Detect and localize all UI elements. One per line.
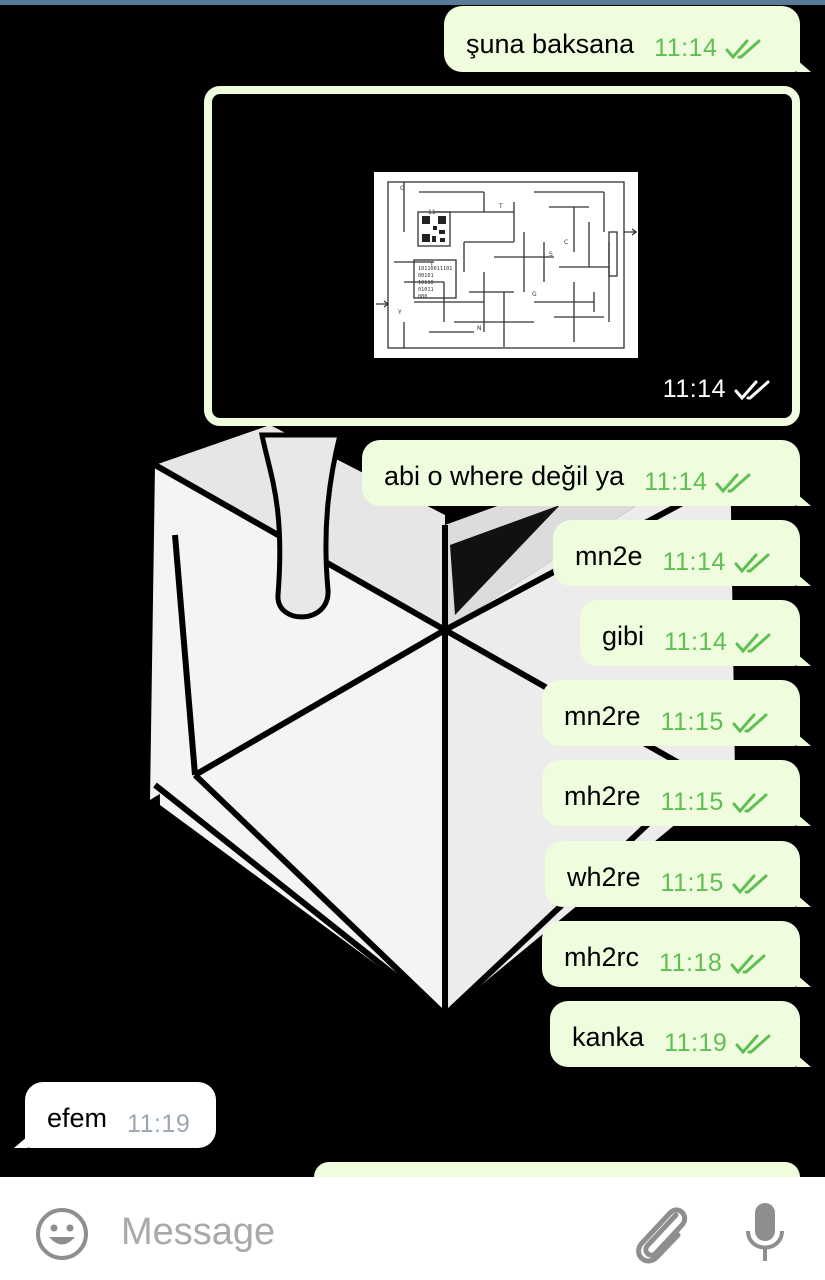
message-time: 11:15 [660, 869, 724, 897]
paperclip-icon[interactable] [630, 1201, 692, 1267]
message-input[interactable] [121, 1211, 601, 1254]
message-text: gibi [602, 621, 645, 651]
message-time: 11:14 [654, 34, 718, 62]
message-meta: 11:15 [661, 760, 770, 817]
outgoing-message[interactable]: kanka 11:19 [550, 1001, 811, 1067]
double-check-icon [732, 713, 768, 733]
outgoing-message[interactable]: şuna baksana 11:14 [444, 6, 811, 72]
message-text: mh2rc [564, 942, 640, 972]
message-time: 11:14 [662, 548, 726, 576]
outgoing-message[interactable]: wh2re 11:15 [545, 841, 811, 907]
message-time: 11:15 [660, 708, 724, 736]
message-meta: 11:14 [663, 520, 772, 577]
maze-binary-line: 10110 [418, 280, 434, 286]
message-meta: 11:14 [663, 375, 772, 404]
message-text: kanka [572, 1022, 645, 1052]
message-text: mn2re [564, 701, 641, 731]
outgoing-message[interactable]: mh2re 11:15 [542, 760, 811, 826]
maze-label: T [429, 261, 434, 268]
message-time: 11:19 [127, 1110, 191, 1138]
maze-drawing: 10110011101 00101 10110 01011 000 O T S … [376, 181, 638, 349]
message-text: wh2re [567, 862, 641, 892]
double-check-icon [730, 954, 766, 974]
message-text: mn2e [575, 541, 643, 571]
message-meta: 11:15 [661, 680, 770, 737]
message-meta: 11:19 [664, 1001, 773, 1058]
double-check-icon [734, 380, 770, 400]
image-message[interactable]: 10110011101 00101 10110 01011 000 O T S … [204, 86, 800, 426]
outgoing-message[interactable]: mn2e 11:14 [553, 520, 811, 586]
double-check-icon [735, 1034, 771, 1054]
message-text: şuna baksana [466, 29, 635, 59]
message-meta: 11:14 [664, 600, 773, 657]
maze-label: G [532, 291, 537, 298]
maze-label: 11 [428, 209, 436, 216]
maze-label: O [400, 185, 405, 192]
maze-image[interactable]: 10110011101 00101 10110 01011 000 O T S … [374, 172, 638, 358]
message-meta: 11:14 [644, 440, 753, 497]
double-check-icon [734, 553, 770, 573]
maze-binary-line: 00101 [418, 273, 434, 279]
message-text: mh2re [564, 781, 641, 811]
double-check-icon [725, 39, 761, 59]
maze-binary-line: 000 [418, 294, 427, 300]
outgoing-message[interactable]: mh2rc 11:18 [542, 921, 811, 987]
maze-binary-line: 01011 [418, 287, 434, 293]
message-time: 11:19 [664, 1029, 728, 1057]
maze-label: C [564, 239, 568, 246]
message-meta: 11:15 [661, 841, 770, 898]
message-text: efem [47, 1103, 108, 1133]
message-time: 11:14 [662, 375, 726, 403]
message-meta: 11:18 [659, 921, 768, 978]
message-input-bar [0, 1177, 825, 1280]
outgoing-message[interactable]: abi o where değil ya 11:14 [362, 440, 811, 506]
outgoing-message[interactable]: mn2re 11:15 [542, 680, 811, 746]
maze-label: N [477, 325, 482, 332]
message-time: 11:14 [664, 628, 728, 656]
outgoing-message[interactable]: gibi 11:14 [580, 600, 811, 666]
message-time: 11:14 [644, 468, 708, 496]
double-check-icon [732, 874, 768, 894]
maze-binary-line: 10110011101 [418, 266, 452, 272]
message-meta: 11:19 [127, 1082, 190, 1139]
smiley-icon[interactable] [34, 1206, 90, 1262]
microphone-icon[interactable] [744, 1201, 786, 1265]
message-time: 11:15 [660, 788, 724, 816]
double-check-icon [735, 633, 771, 653]
double-check-icon [732, 793, 768, 813]
incoming-message[interactable]: efem 11:19 [14, 1082, 216, 1148]
message-time: 11:18 [659, 949, 723, 977]
message-meta: 11:14 [654, 6, 763, 63]
maze-label: T [498, 203, 503, 210]
message-text: abi o where değil ya [384, 461, 625, 491]
maze-label: S [549, 251, 553, 258]
double-check-icon [715, 473, 751, 493]
maze-label: Y [397, 309, 402, 316]
